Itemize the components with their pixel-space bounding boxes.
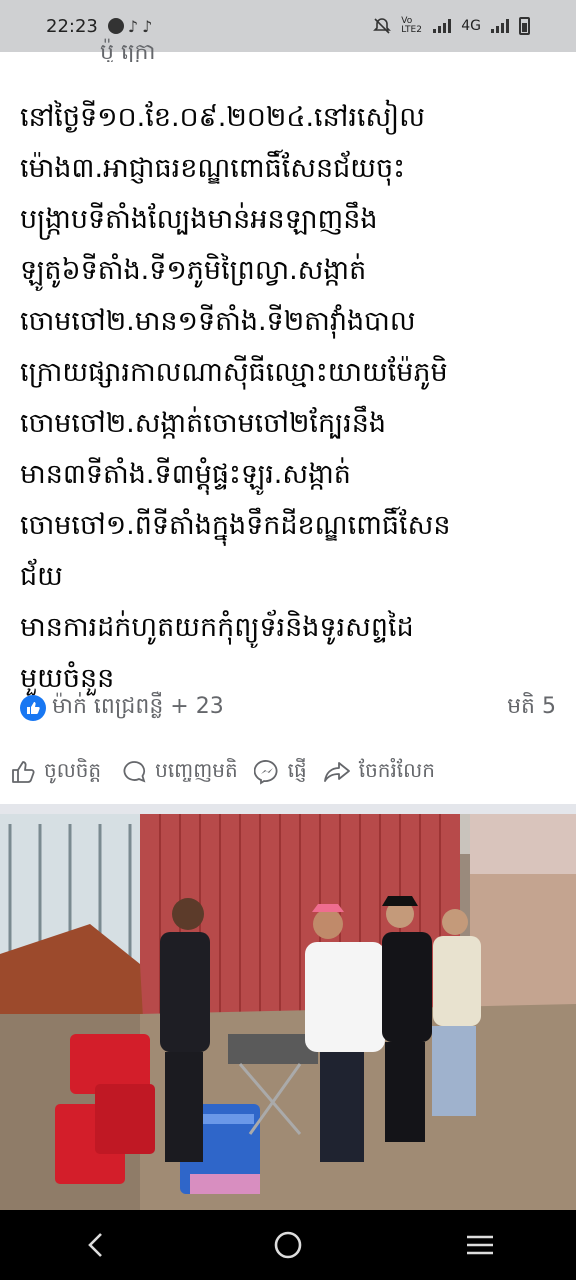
back-button[interactable] [66, 1220, 126, 1270]
system-icons: Vo LTE2 4G [373, 17, 530, 35]
post-text-line: នៅថ្ងៃទី១០.ខែ.០៩.២០២៤.នៅរសៀល [20, 102, 425, 133]
comment-label: បញ្ចេញមតិ [155, 758, 238, 782]
post-text-line: ចោមចៅ២.មាន១ទីតាំង.ទី២តាវ៉ាំងបាល [20, 306, 416, 337]
post-text-line: ចោមចៅ២.សង្កាត់ចោមចៅ២ក្បែរនឹង [20, 408, 386, 439]
post-text-line: ជ័យ [20, 561, 63, 592]
home-button[interactable] [258, 1220, 318, 1270]
comments-count[interactable]: មតិ 5 [507, 692, 556, 724]
system-nav-bar [0, 1210, 576, 1280]
like-label: ចូលចិត្ត [44, 758, 102, 782]
post-photo[interactable] [0, 814, 576, 1210]
messenger-icon [253, 760, 278, 785]
network-label: 4G [461, 18, 481, 34]
signal-icon [491, 19, 509, 33]
tiktok-icon: ♪ [142, 16, 153, 36]
send-button[interactable]: ផ្ញើ [253, 757, 307, 787]
menu-icon [467, 1235, 493, 1255]
post-text-line: ម៉ោង៣.អាជ្ញាធរខណ្ឌពោធិ៍សែនជ័យចុះ [20, 153, 405, 184]
post-text-line: បង្ក្រាបទីតាំងល្បែងមាន់អនឡាញនឹង [20, 204, 378, 235]
post-text-line: មាន៣ទីតាំង.ទី៣ម្តុំផ្ទះឡូរ.សង្កាត់ [20, 459, 351, 490]
home-icon [274, 1231, 302, 1259]
person-officer-left [160, 898, 210, 1162]
person-far-right [432, 909, 481, 1116]
notification-icons: ♪ ♪ [107, 16, 153, 36]
post-actions: ចូលចិត្ត បញ្ចេញមតិ ផ្ញើ ចែករំលែក [0, 748, 576, 796]
post-text-line: ឡូតូ៦ទីតាំង.ទី១ភូមិព្រៃល្វា.សង្កាត់ [20, 255, 367, 286]
cutoff-header-text: ប៉ូ ក្រោ [100, 40, 156, 62]
back-icon [88, 1233, 102, 1257]
tiktok-icon: ♪ [127, 16, 139, 36]
recents-button[interactable] [450, 1220, 510, 1270]
status-time: 22:23 [46, 15, 98, 37]
like-button[interactable]: ចូលចិត្ត [10, 757, 101, 787]
post-body: នៅថ្ងៃទី១០.ខែ.០៩.២០២៤.នៅរសៀល ម៉ោង៣.អាជ្ញ… [20, 92, 560, 704]
share-label: ចែករំលែក [358, 758, 435, 782]
send-label: ផ្ញើ [287, 758, 307, 782]
volte-label: Vo LTE2 [401, 16, 422, 35]
like-reaction-icon [20, 695, 46, 721]
signal-icon [433, 19, 452, 33]
thumbs-up-icon [12, 761, 35, 783]
reactions-row: ម៉ាក់ ពេជ្រពន្លឺ + 23 មតិ 5 [20, 690, 556, 726]
share-button[interactable]: ចែករំលែក [323, 757, 435, 787]
post-text-line: ក្រោយផ្សារកាលណាស៊ីធីឈ្មោះយាយម៉ែភូមិ [20, 357, 448, 388]
reactions-count[interactable]: ម៉ាក់ ពេជ្រពន្លឺ + 23 [52, 692, 224, 724]
post-text-line: មានការដក់ហូតយកកុំព្យូទ័រនិងទូរសព្ទដៃ [20, 612, 414, 643]
share-icon [323, 762, 350, 782]
post-divider [0, 804, 576, 814]
person-officer-right [382, 896, 432, 1142]
battery-icon [519, 17, 530, 35]
photo-scene [0, 814, 576, 1210]
mute-icon [373, 18, 392, 34]
post-text-line: ចោមចៅ១.ពីទីតាំងក្នុងទឹកដីខណ្ឌពោធិ៍សែន [20, 510, 451, 541]
messenger-icon [107, 18, 124, 34]
cutoff-header: ប៉ូ ក្រោ [0, 38, 576, 62]
comment-button[interactable]: បញ្ចេញមតិ [121, 757, 238, 787]
comment-icon [123, 761, 146, 783]
